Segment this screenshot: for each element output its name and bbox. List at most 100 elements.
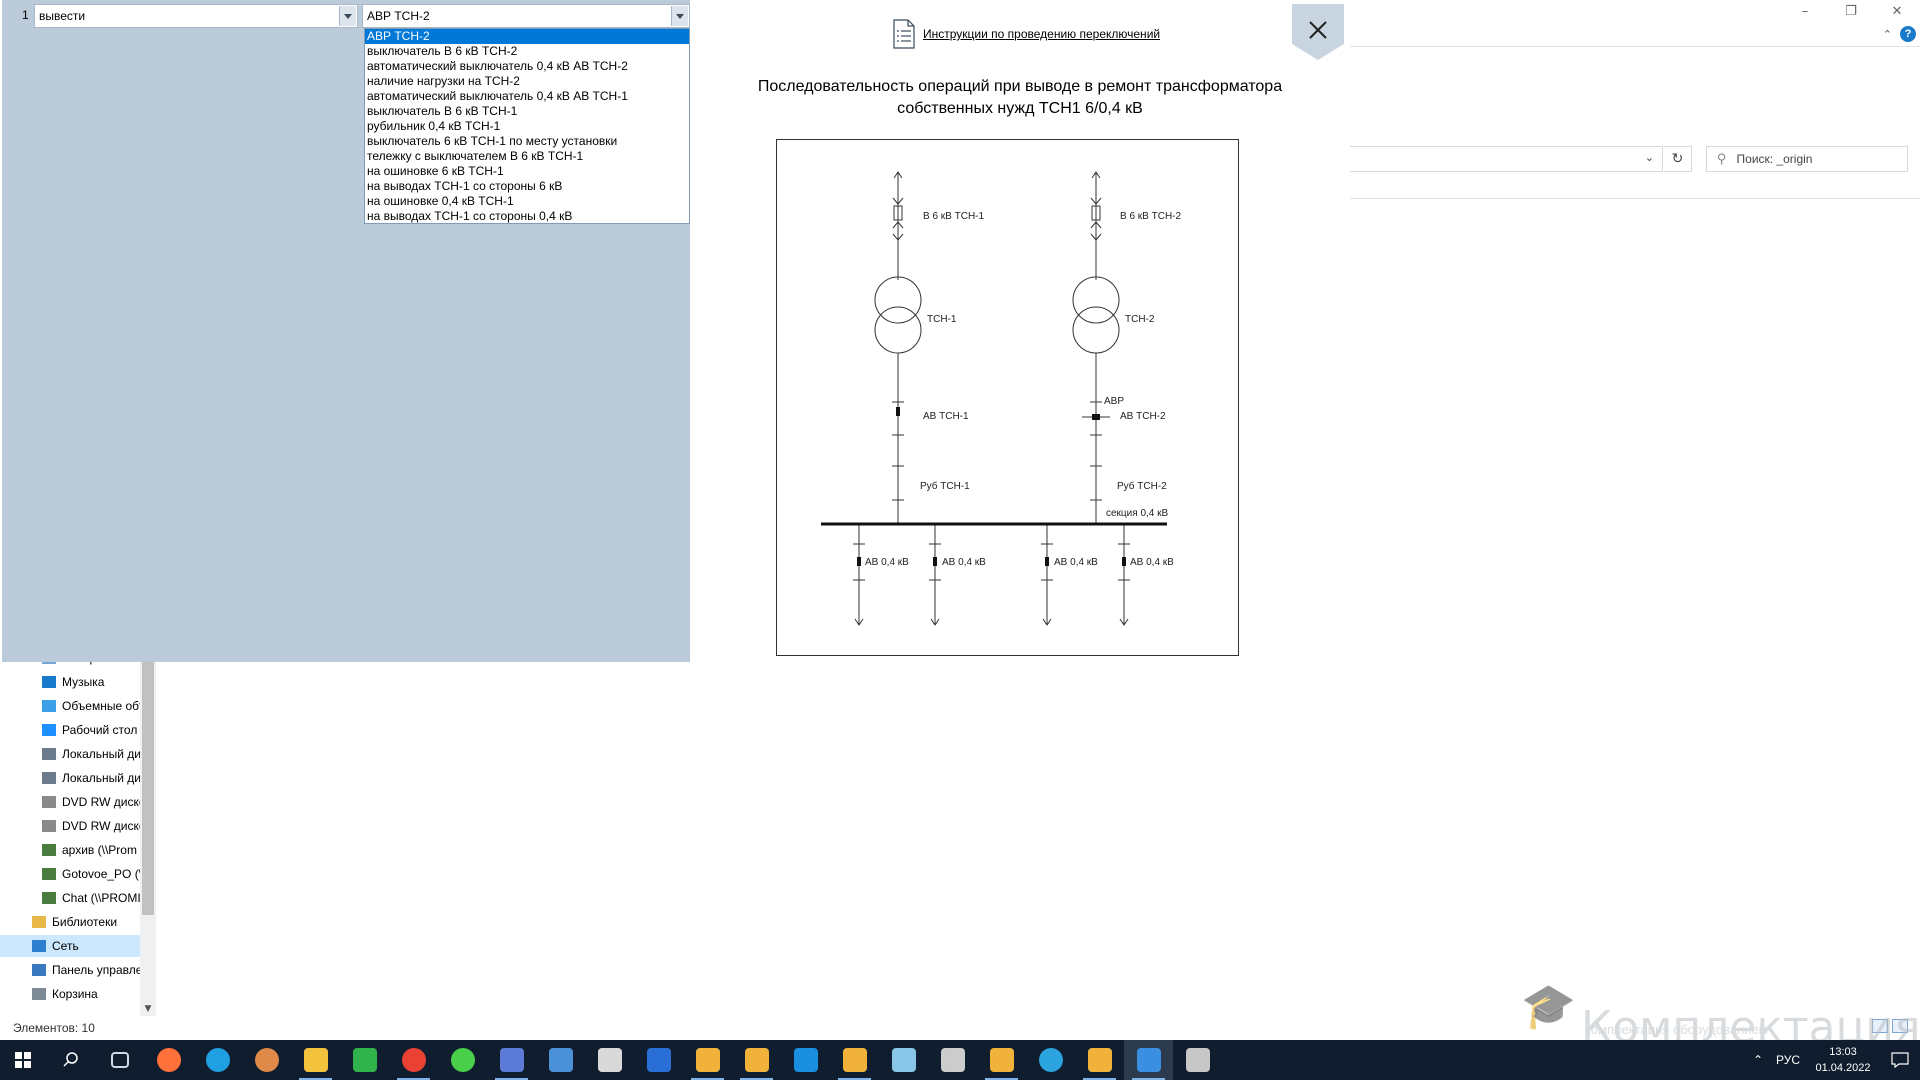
3d-objects-icon [42,700,56,712]
search-box[interactable]: ⚲ Поиск: _origin [1706,146,1908,172]
nav-item[interactable]: Музыка [0,671,140,693]
taskbar-app-plot-app[interactable] [585,1040,634,1080]
notification-icon [1891,1052,1909,1068]
taskbar-app-task-view[interactable] [95,1040,144,1080]
taskbar-app-green-app[interactable] [340,1040,389,1080]
input-language[interactable]: РУС [1770,1053,1806,1067]
taskbar-app-settings-app[interactable] [1173,1040,1222,1080]
label-section: секция 0,4 кВ [1106,508,1168,519]
scroll-down-icon[interactable]: ▼ [140,1004,156,1014]
nav-item[interactable]: Объемные объекты [0,695,140,717]
system-tray: ⌃ РУС 13:03 01.04.2022 [1746,1040,1920,1080]
dropdown-option[interactable]: выключатель В 6 кВ ТСН-2 [365,44,689,59]
messenger-app-icon [548,1048,573,1072]
close-window-icon[interactable]: ✕ [1874,0,1920,22]
help-icon[interactable]: ? [1900,26,1916,42]
minimize-icon[interactable]: – [1782,0,1828,22]
start-button[interactable] [0,1040,46,1080]
dropdown-option[interactable]: на ошиновке 6 кВ ТСН-1 [365,164,689,179]
taskbar-app-glass-app[interactable] [879,1040,928,1080]
dvd-drive-icon [42,796,56,808]
dropdown-option[interactable]: автоматический выключатель 0,4 кВ АВ ТСН… [365,59,689,74]
dropdown-option[interactable]: рубильник 0,4 кВ ТСН-1 [365,119,689,134]
instruction-panel: Инструкции по проведению переключений По… [690,0,1350,662]
collapse-ribbon-icon[interactable]: ⌃ [1883,28,1892,41]
taskbar-search-button[interactable] [46,1040,95,1080]
edge-icon [205,1048,230,1072]
taskbar-app-triangle-app[interactable] [781,1040,830,1080]
nav-item[interactable]: Панель управления [0,959,140,981]
app-window-1-icon [695,1048,720,1072]
plot-app-icon [597,1048,622,1072]
telegram-icon [1038,1048,1063,1072]
dropdown-option[interactable]: наличие нагрузки на ТСН-2 [365,74,689,89]
taskbar-app-power-app[interactable] [1124,1040,1173,1080]
address-history-chevron-icon[interactable]: ⌄ [1645,151,1654,164]
taskbar-app-ms-app[interactable] [634,1040,683,1080]
action-combobox[interactable]: вывести [34,4,358,28]
nav-item[interactable]: Рабочий стол [0,719,140,741]
taskbar-app-app-window-4[interactable] [977,1040,1026,1080]
dropdown-option[interactable]: выключатель В 6 кВ ТСН-1 [365,104,689,119]
taskbar-app-telegram[interactable] [1026,1040,1075,1080]
instructions-link-text[interactable]: Инструкции по проведению переключений [923,27,1160,41]
local-disk-icon [42,748,56,760]
nav-scrollbar[interactable]: ▼ [140,660,156,1016]
dropdown-option[interactable]: тележку с выключателем В 6 кВ ТСН-1 [365,149,689,164]
nav-item[interactable]: Gotovoe_PO (\ [0,863,140,885]
close-panel-button[interactable] [1288,2,1348,62]
nav-item[interactable]: Корзина [0,983,140,1005]
libraries-icon [32,916,46,928]
nav-item[interactable]: Локальный диск (C:) [0,743,140,765]
taskbar-app-file-explorer[interactable] [291,1040,340,1080]
network-drive-icon [42,868,56,880]
nav-item[interactable]: Библиотеки [0,911,140,933]
taskbar-app-chrome[interactable] [389,1040,438,1080]
taskbar-app-cable-app[interactable] [928,1040,977,1080]
taskbar-app-edge[interactable] [193,1040,242,1080]
dropdown-option[interactable]: выключатель 6 кВ ТСН-1 по месту установк… [365,134,689,149]
action-dropdown-arrow-icon[interactable] [339,6,356,26]
maximize-icon[interactable]: ❐ [1828,0,1874,22]
firefox-icon [156,1048,181,1072]
music-icon [42,676,56,688]
nav-item[interactable]: DVD RW дисковод [0,815,140,837]
taskbar-app-green-star-app[interactable] [438,1040,487,1080]
instruction-title-line1: Последовательность операций при выводе в… [757,78,1283,95]
label-rub2: Руб ТСН-2 [1117,480,1167,492]
clock[interactable]: 13:03 01.04.2022 [1806,1044,1880,1076]
nav-item-label: Рабочий стол [62,723,138,737]
nav-item[interactable]: DVD RW дисковод [0,791,140,813]
instruction-title-line2: собственных нужд ТСН1 6/0,4 кВ [897,100,1143,117]
notifications-button[interactable] [1880,1040,1920,1080]
nav-item[interactable]: Локальный диск (D:) [0,767,140,789]
taskbar-app-app-window-1[interactable] [683,1040,732,1080]
object-combobox[interactable]: АВР ТСН-2 [362,4,690,28]
dropdown-option[interactable]: на ошиновке 0,4 кВ ТСН-1 [365,194,689,209]
taskbar-app-app-window-5[interactable] [1075,1040,1124,1080]
power-app-icon [1136,1048,1161,1072]
taskbar-app-firefox[interactable] [144,1040,193,1080]
taskbar-app-messenger-app[interactable] [536,1040,585,1080]
taskbar-app-media-app[interactable] [242,1040,291,1080]
dropdown-option[interactable]: автоматический выключатель 0,4 кВ АВ ТСН… [365,89,689,104]
address-bar[interactable]: ⌄ [1350,146,1663,172]
dropdown-option[interactable]: на выводах ТСН-1 со стороны 0,4 кВ [365,209,689,224]
transformer-tsn2-winding1 [1072,276,1120,324]
tray-overflow-chevron-icon[interactable]: ⌃ [1746,1053,1770,1067]
dropdown-option[interactable]: на выводах ТСН-1 со стороны 6 кВ [365,179,689,194]
nav-item[interactable]: Сеть [0,935,140,957]
taskbar: ⌃ РУС 13:03 01.04.2022 [0,1040,1920,1080]
taskbar-app-app-window-2[interactable] [732,1040,781,1080]
object-dropdown-arrow-icon[interactable] [671,6,688,26]
label-feeder4: АВ 0,4 кВ [1130,557,1174,568]
nav-item[interactable]: архив (\\Prom [0,839,140,861]
nav-item[interactable]: Chat (\\PROMI [0,887,140,909]
windows-logo-icon [15,1052,31,1068]
nav-scrollbar-thumb[interactable] [142,660,154,915]
taskbar-app-app-window-3[interactable] [830,1040,879,1080]
dropdown-option[interactable]: АВР ТСН-2 [365,29,689,44]
refresh-button[interactable]: ↻ [1664,146,1692,172]
instructions-link[interactable]: Инструкции по проведению переключений [893,19,1160,49]
taskbar-app-save-app[interactable] [487,1040,536,1080]
